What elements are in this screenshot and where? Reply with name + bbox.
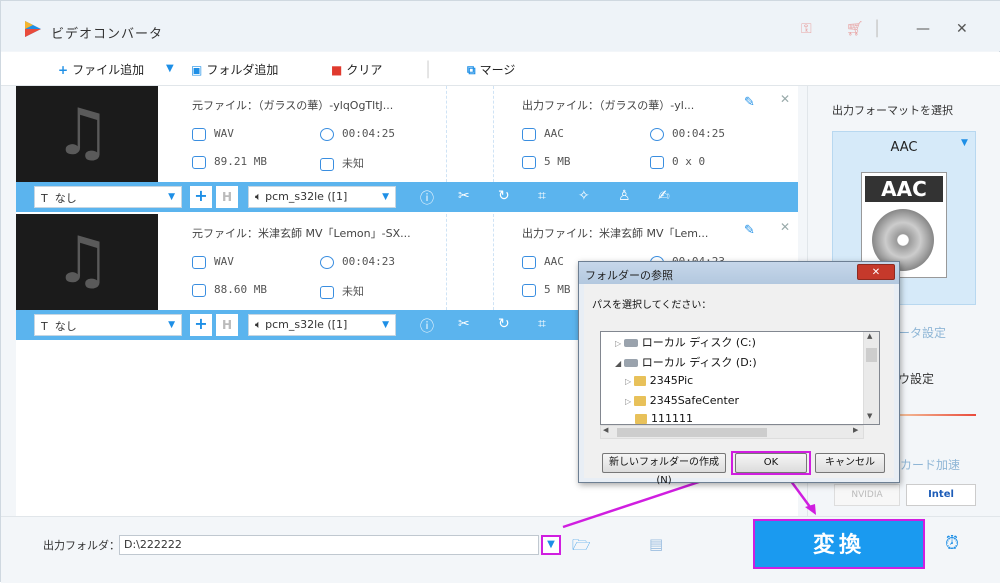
folder-browse-dialog: フォルダーの参照 ✕ パスを選択してください： ▷ ローカル ディスク (C:)… [578, 261, 900, 486]
tree-horizontal-scrollbar[interactable]: ◀ ▶ [600, 425, 864, 439]
dialog-body: パスを選択してください： ▷ ローカル ディスク (C:) ◢ ローカル ディス… [584, 284, 894, 486]
new-folder-button[interactable]: 新しいフォルダーの作成(N) [602, 453, 726, 486]
drive-icon [623, 339, 638, 347]
folder-tree[interactable]: ▷ ローカル ディスク (C:) ◢ ローカル ディスク (D:) ▷ 2345… [600, 331, 880, 425]
folder-icon [633, 396, 646, 406]
tree-item-folder[interactable]: ▷ 2345Pic [625, 374, 693, 387]
annotation-arrowhead [805, 504, 816, 515]
dialog-title: フォルダーの参照 [579, 262, 899, 284]
tree-item-c-drive[interactable]: ▷ ローカル ディスク (C:) [615, 334, 756, 350]
cancel-button[interactable]: キャンセル [815, 453, 885, 473]
hscroll-thumb[interactable] [617, 428, 767, 437]
scroll-thumb[interactable] [866, 348, 877, 362]
tree-vertical-scrollbar[interactable]: ▲ ▼ [863, 332, 879, 424]
dialog-close-button[interactable]: ✕ [857, 264, 895, 280]
tree-item-d-drive[interactable]: ◢ ローカル ディスク (D:) [615, 354, 757, 370]
app-window: ビデオコンバータ ⚿ 🛒︎ | — ✕ + ファイル追加 ▼ ▣ フォルダ追加 ■ ク… [0, 0, 1000, 583]
tree-item-folder[interactable]: 111111 [635, 412, 693, 424]
folder-icon [633, 376, 646, 386]
tree-item-folder[interactable]: ▷ 2345SafeCenter [625, 394, 739, 407]
ok-highlight [731, 451, 811, 475]
dialog-prompt: パスを選択してください： [592, 300, 712, 311]
drive-icon [623, 359, 638, 367]
folder-icon [635, 414, 647, 424]
